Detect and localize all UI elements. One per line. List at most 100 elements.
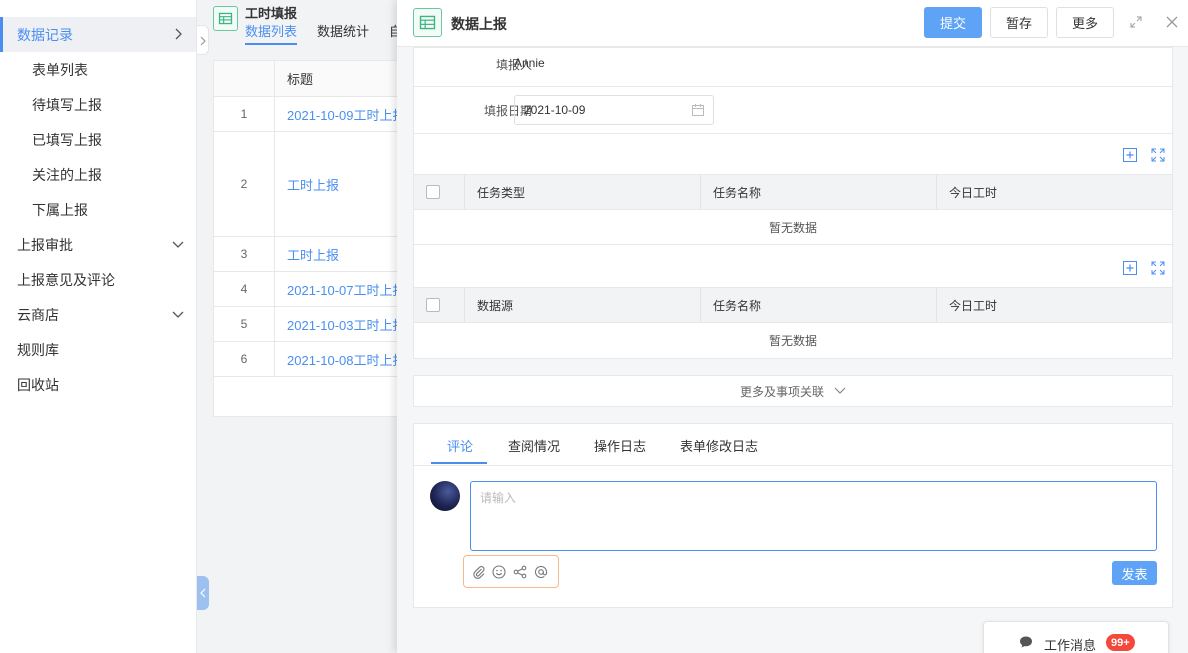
column-data-source: 数据源 <box>465 288 701 322</box>
unread-count-badge: 99+ <box>1106 634 1135 651</box>
form-table-icon <box>413 8 442 37</box>
add-row-icon[interactable] <box>1123 148 1137 162</box>
row-title-link[interactable]: 2021-10-03工时上报 <box>287 307 397 341</box>
side-drawer-toggle[interactable] <box>197 576 209 610</box>
sidebar-item-cloud-store[interactable]: 云商店 <box>0 297 196 332</box>
sidebar-item-subordinate-reports[interactable]: 下属上报 <box>0 192 196 227</box>
list-page-title: 工时填报 <box>245 6 298 21</box>
post-comment-button[interactable]: 发表 <box>1112 561 1157 585</box>
sidebar-item-pending-reports[interactable]: 待填写上报 <box>0 87 196 122</box>
dialog-header: 数据上报 提交 暂存 更多 <box>397 0 1188 47</box>
column-today-hours: 今日工时 <box>949 185 998 200</box>
more-relations-label: 更多及事项关联 <box>739 384 824 399</box>
table-row[interactable]: 3 工时上报 <box>214 237 397 272</box>
row-title-link[interactable]: 2021-10-07工时上报 <box>287 272 397 306</box>
select-all-checkbox[interactable] <box>426 298 440 312</box>
fullscreen-icon[interactable] <box>1151 261 1165 275</box>
sidebar-item-label: 上报审批 <box>17 236 73 253</box>
tab-data-list[interactable]: 数据列表 <box>245 21 298 45</box>
row-title-link[interactable]: 2021-10-09工时上报 <box>287 97 397 131</box>
comment-input[interactable]: 请输入 <box>470 481 1157 551</box>
table-header-title: 标题 <box>287 72 314 87</box>
task-table-header: 任务类型 任务名称 今日工时 <box>414 174 1172 210</box>
sidebar-item-label: 数据记录 <box>17 26 73 43</box>
sidebar-item-label: 云商店 <box>17 306 59 323</box>
report-date-field[interactable]: 2021-10-09 <box>514 95 714 125</box>
sidebar-item-data-records[interactable]: 数据记录 <box>0 17 196 52</box>
expand-icon[interactable] <box>1129 15 1143 29</box>
report-form-panel: 填报人 Annie 填报日期 2021-10-09 任务类型 任务名称 今日工时… <box>413 47 1173 359</box>
calendar-icon <box>692 104 704 116</box>
share-icon[interactable] <box>513 565 527 579</box>
tab-comments[interactable]: 评论 <box>447 436 473 455</box>
source-table-header: 数据源 任务名称 今日工时 <box>414 287 1172 323</box>
sidebar-item-filled-reports[interactable]: 已填写上报 <box>0 122 196 157</box>
table-row[interactable]: 6 2021-10-08工时上报 <box>214 342 397 377</box>
close-icon[interactable] <box>1165 15 1179 29</box>
chevron-left-icon <box>200 588 206 598</box>
more-relations-toggle[interactable]: 更多及事项关联 <box>413 375 1173 407</box>
sidebar-item-label: 下属上报 <box>32 201 88 218</box>
row-index: 5 <box>214 307 275 341</box>
more-button[interactable]: 更多 <box>1056 7 1114 38</box>
select-all-checkbox[interactable] <box>426 185 440 199</box>
sidebar-item-label: 表单列表 <box>32 61 88 78</box>
records-table: 标题 1 2021-10-09工时上报 2 工时上报 3 工时上报 4 2021… <box>213 60 397 417</box>
report-date-value: 2021-10-09 <box>524 103 586 117</box>
tab-form-change-log[interactable]: 表单修改日志 <box>680 436 758 455</box>
tab-view-status[interactable]: 查阅情况 <box>508 436 560 455</box>
sidebar-item-label: 回收站 <box>17 376 59 393</box>
select-all-cell <box>414 288 465 322</box>
reporter-value: Annie <box>514 56 545 70</box>
tab-operation-log[interactable]: 操作日志 <box>594 436 646 455</box>
avatar <box>430 481 460 511</box>
row-title-link[interactable]: 工时上报 <box>287 132 339 236</box>
attachment-icon[interactable] <box>472 565 486 579</box>
work-messages-label: 工作消息 <box>1044 638 1097 653</box>
chevron-down-icon <box>172 308 184 320</box>
tab-data-statistics[interactable]: 数据统计 <box>317 21 369 40</box>
dialog-title: 数据上报 <box>451 16 507 32</box>
reporter-row: 填报人 Annie <box>414 48 1172 87</box>
save-draft-button[interactable]: 暂存 <box>990 7 1048 38</box>
select-all-cell <box>414 175 465 209</box>
work-messages-bar[interactable]: 工作消息 99+ <box>983 621 1169 653</box>
fullscreen-icon[interactable] <box>1151 148 1165 162</box>
chevron-down-icon <box>172 238 184 250</box>
sidebar-item-rule-library[interactable]: 规则库 <box>0 332 196 367</box>
empty-state: 暂无数据 <box>768 334 817 348</box>
sidebar-item-recycle-bin[interactable]: 回收站 <box>0 367 196 402</box>
table-row[interactable]: 5 2021-10-03工时上报 <box>214 307 397 342</box>
sidebar-item-followed-reports[interactable]: 关注的上报 <box>0 157 196 192</box>
row-index: 2 <box>214 132 275 236</box>
comment-panel: 评论 查阅情况 操作日志 表单修改日志 请输入 发表 <box>413 423 1173 608</box>
table-header-index <box>214 61 275 96</box>
row-index: 3 <box>214 237 275 271</box>
add-row-icon[interactable] <box>1123 261 1137 275</box>
emoji-icon[interactable] <box>492 565 506 579</box>
column-task-name: 任务名称 <box>701 288 937 322</box>
active-tab-indicator <box>431 462 487 464</box>
sidebar-item-label: 上报意见及评论 <box>17 271 115 288</box>
sidebar-item-label: 规则库 <box>17 341 59 358</box>
table-row[interactable]: 2 工时上报 <box>214 132 397 237</box>
table-row[interactable]: 4 2021-10-07工时上报 <box>214 272 397 307</box>
sidebar-item-label: 关注的上报 <box>32 166 102 183</box>
submit-button[interactable]: 提交 <box>924 7 982 38</box>
chat-bubble-icon <box>1019 635 1033 649</box>
chevron-right-icon <box>200 36 206 46</box>
chevron-down-icon <box>834 387 846 394</box>
row-title-link[interactable]: 2021-10-08工时上报 <box>287 342 397 376</box>
sidebar-item-form-list[interactable]: 表单列表 <box>0 52 196 87</box>
table-row[interactable]: 1 2021-10-09工时上报 <box>214 97 397 132</box>
row-title-link[interactable]: 工时上报 <box>287 237 339 271</box>
sidebar-item-label: 已填写上报 <box>32 131 102 148</box>
table-header-row: 标题 <box>214 61 397 97</box>
mention-icon[interactable] <box>534 565 548 579</box>
sidebar-item-report-approval[interactable]: 上报审批 <box>0 227 196 262</box>
sidebar-item-opinions-comments[interactable]: 上报意见及评论 <box>0 262 196 297</box>
sidebar-collapse-toggle[interactable] <box>197 25 209 55</box>
column-task-type: 任务类型 <box>465 175 701 209</box>
sidebar-item-label: 待填写上报 <box>32 96 102 113</box>
chevron-right-icon <box>172 28 184 40</box>
